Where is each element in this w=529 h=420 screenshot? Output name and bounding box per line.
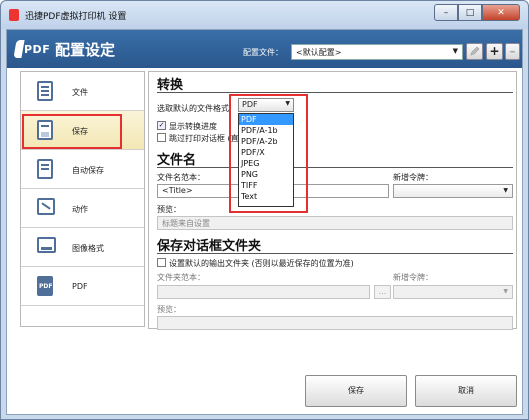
cancel-button[interactable]: 取消 [415, 375, 517, 407]
remove-profile-button[interactable]: – [505, 43, 520, 60]
section-title-filename: 文件名 [157, 153, 197, 168]
sidebar: 文件 保存 自动保存 动作 图像格式 PDF PDF [20, 71, 145, 327]
sidebar-item-action[interactable]: 动作 [21, 189, 144, 228]
save-button[interactable]: 保存 [305, 375, 407, 407]
icon-line [41, 94, 49, 96]
pdf-icon: PDF [37, 276, 53, 296]
action-icon [37, 198, 55, 215]
folder-preview-label: 预览： [157, 305, 181, 314]
sidebar-item-pdf[interactable]: PDF PDF [21, 267, 144, 306]
folder-template-label: 文件夹范本： [157, 273, 205, 282]
logo-text: PDF [24, 43, 51, 56]
highlight-format-dropdown [229, 94, 308, 213]
profile-label: 配置文件： [243, 48, 283, 57]
icon-line [41, 164, 49, 166]
icon-line [41, 168, 49, 170]
default-folder-checkbox[interactable] [157, 258, 166, 267]
sidebar-item-label: 文件 [72, 88, 88, 97]
icon-line [41, 86, 49, 88]
close-button[interactable]: ✕ [482, 4, 520, 21]
header-bar: PDF 配置设定 配置文件： <默认配置> ▼ + – [7, 30, 522, 68]
folder-token-select[interactable]: ▼ [393, 285, 513, 299]
chevron-down-icon: ▼ [503, 187, 508, 194]
section-title-save-dialog-folder: 保存对话框文件夹 [157, 239, 262, 254]
profile-select[interactable]: <默认配置> ▼ [291, 44, 463, 60]
client-area: PDF 配置设定 配置文件： <默认配置> ▼ + – 文件 保存 自动保存 动… [6, 29, 523, 415]
maximize-button[interactable]: □ [458, 4, 482, 21]
window-controls: – □ ✕ [434, 4, 520, 21]
sidebar-item-label: 动作 [72, 205, 88, 214]
settings-window: 迅捷PDF虚拟打印机 设置 – □ ✕ PDF 配置设定 配置文件： <默认配置… [0, 0, 529, 420]
app-icon [9, 9, 19, 21]
image-icon [37, 237, 56, 253]
filename-token-label: 新增令牌： [393, 173, 433, 182]
settings-panel: 转换 选取默认的文件格式 ✓ 显示转换进度 跳过打印对话框 (直接 文件名 文件… [148, 71, 517, 330]
add-profile-button[interactable]: + [486, 43, 503, 60]
filename-token-select[interactable]: ▼ [393, 184, 513, 198]
format-label: 选取默认的文件格式 [157, 104, 229, 113]
minimize-button[interactable]: – [434, 4, 458, 21]
sidebar-item-label: PDF [72, 282, 88, 291]
sidebar-item-label: 自动保存 [72, 166, 104, 175]
sidebar-item-label: 图像格式 [72, 244, 104, 253]
logo-mark [13, 40, 25, 58]
filename-template-label: 文件名范本： [157, 173, 205, 182]
window-title: 迅捷PDF虚拟打印机 设置 [25, 12, 127, 22]
page-title: 配置设定 [55, 41, 116, 59]
sidebar-item-file[interactable]: 文件 [21, 72, 144, 111]
icon-line [41, 202, 51, 210]
icon-line [41, 247, 52, 250]
title-bar[interactable]: 迅捷PDF虚拟打印机 设置 – □ ✕ [1, 1, 528, 29]
default-folder-label: 设置默认的输出文件夹 (否则以最近保存的位置为准) [169, 259, 354, 268]
show-progress-checkbox[interactable]: ✓ [157, 121, 166, 130]
section-divider [157, 253, 513, 254]
folder-template-input[interactable] [157, 285, 370, 299]
profile-value: <默认配置> [296, 48, 342, 57]
chevron-down-icon: ▼ [503, 288, 508, 295]
pdf-icon-text: PDF [39, 283, 53, 290]
folder-preview-field [157, 316, 513, 330]
section-divider [157, 167, 513, 168]
show-progress-label: 显示转换进度 [169, 122, 217, 131]
highlight-save-item [22, 114, 122, 149]
autosave-icon [37, 159, 53, 179]
sidebar-item-autosave[interactable]: 自动保存 [21, 150, 144, 189]
edit-profile-button[interactable] [466, 43, 483, 60]
filename-preview-field: 标题来自设置 [157, 216, 513, 230]
section-divider [157, 92, 513, 93]
section-title-convert: 转换 [157, 78, 184, 93]
pdf-logo-icon: PDF [13, 38, 50, 58]
chevron-down-icon: ▼ [452, 47, 458, 55]
browse-folder-button[interactable]: ... [374, 285, 391, 299]
icon-line [41, 90, 49, 92]
document-icon [37, 81, 53, 101]
filename-preview-label: 预览： [157, 205, 181, 214]
sidebar-item-image-format[interactable]: 图像格式 [21, 228, 144, 267]
skip-dialog-checkbox[interactable] [157, 133, 166, 142]
folder-token-label: 新增令牌： [393, 273, 433, 282]
pencil-icon [470, 46, 480, 56]
